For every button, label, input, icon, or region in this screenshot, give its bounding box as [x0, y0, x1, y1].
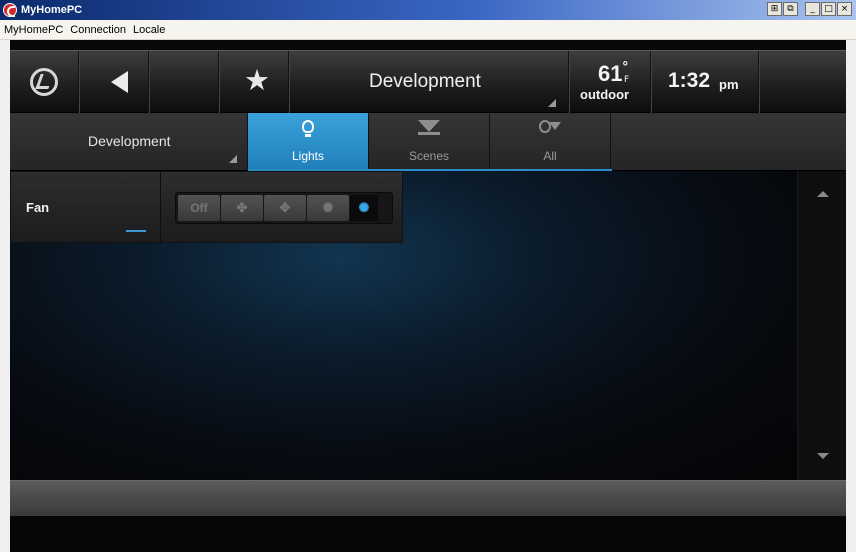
- tab-label: Scenes: [408, 149, 450, 163]
- temperature-degree: °: [622, 60, 629, 75]
- device-name-cell[interactable]: Fan: [11, 172, 161, 244]
- device-row-fan: Fan Off ✤ ✥ ✺ ✺: [10, 171, 403, 244]
- divider: [78, 51, 79, 114]
- scroll-down-icon[interactable]: [817, 453, 829, 459]
- bottom-area: [10, 516, 846, 552]
- tab-lights[interactable]: Lights: [248, 113, 369, 171]
- fan-low-button[interactable]: ✤: [221, 195, 263, 221]
- fan-high-button[interactable]: ✺: [307, 195, 349, 221]
- clock-ampm: pm: [719, 77, 739, 92]
- app-content: ★ Development 61 ° F outdoor 1:32 pm Dev…: [10, 40, 846, 552]
- divider: [148, 51, 149, 114]
- window-title: MyHomePC: [21, 4, 83, 16]
- fan-low-icon: ✤: [236, 200, 248, 215]
- window-controls: ⊞ ⧉ _ □ ×: [767, 2, 852, 16]
- favorites-star-icon[interactable]: ★: [244, 65, 270, 95]
- window-frame-left: [0, 40, 10, 552]
- clock-time: 1:32: [668, 69, 711, 92]
- window-titlebar: MyHomePC ⊞ ⧉ _ □ ×: [0, 0, 856, 20]
- temperature-unit: F: [624, 75, 630, 85]
- divider: [218, 51, 219, 114]
- fan-max-button[interactable]: ✺: [350, 195, 378, 221]
- tab-label: Lights: [291, 149, 325, 163]
- temperature-value: 61: [598, 61, 623, 86]
- tab-bar: Development Lights Scenes All: [10, 113, 846, 171]
- menu-item-myhomepc[interactable]: MyHomePC: [4, 24, 63, 36]
- app-logo-icon: [3, 3, 17, 17]
- tab-scenes[interactable]: Scenes: [369, 113, 490, 171]
- fan-medium-button[interactable]: ✥: [264, 195, 306, 221]
- minimize-button[interactable]: _: [805, 2, 820, 16]
- scrollbar[interactable]: [797, 171, 846, 480]
- scenes-icon: [418, 120, 440, 136]
- fan-speed-control: Off ✤ ✥ ✺ ✺: [175, 192, 393, 224]
- divider: [650, 51, 651, 114]
- back-arrow-icon[interactable]: [111, 71, 128, 93]
- tab-all[interactable]: All: [490, 113, 611, 171]
- tab-label: All: [543, 149, 557, 163]
- top-bar: ★ Development 61 ° F outdoor 1:32 pm: [10, 50, 846, 114]
- pin-icon[interactable]: ⊞: [767, 2, 782, 16]
- divider: [288, 51, 289, 114]
- close-button[interactable]: ×: [837, 2, 852, 16]
- fan-off-button[interactable]: Off: [178, 195, 220, 221]
- home-logo-icon[interactable]: [30, 68, 58, 96]
- fan-max-icon: ✺: [358, 200, 370, 215]
- temperature-label: outdoor: [580, 87, 630, 102]
- device-name: Fan: [26, 200, 50, 215]
- menu-bar: MyHomePC Connection Locale: [0, 20, 856, 40]
- bottom-bar: [10, 480, 846, 516]
- lightbulb-icon: [302, 120, 314, 137]
- dropdown-corner-icon: [548, 99, 556, 107]
- scroll-up-icon[interactable]: [817, 191, 829, 197]
- menu-item-connection[interactable]: Connection: [70, 24, 126, 36]
- room-title[interactable]: Development: [300, 71, 550, 93]
- room-selector-label: Development: [88, 133, 171, 149]
- divider: [758, 51, 759, 114]
- restore-view-icon[interactable]: ⧉: [783, 2, 798, 16]
- divider: [568, 51, 569, 114]
- device-state-indicator: [126, 230, 146, 232]
- device-list: Fan Off ✤ ✥ ✺ ✺: [10, 171, 797, 480]
- fan-medium-icon: ✥: [279, 200, 291, 215]
- all-devices-icon: [539, 120, 561, 136]
- room-selector[interactable]: Development: [10, 113, 248, 171]
- dropdown-corner-icon: [229, 155, 237, 163]
- fan-high-icon: ✺: [322, 200, 334, 215]
- menu-item-locale[interactable]: Locale: [133, 24, 165, 36]
- window-frame-right: [846, 40, 856, 552]
- maximize-button[interactable]: □: [821, 2, 836, 16]
